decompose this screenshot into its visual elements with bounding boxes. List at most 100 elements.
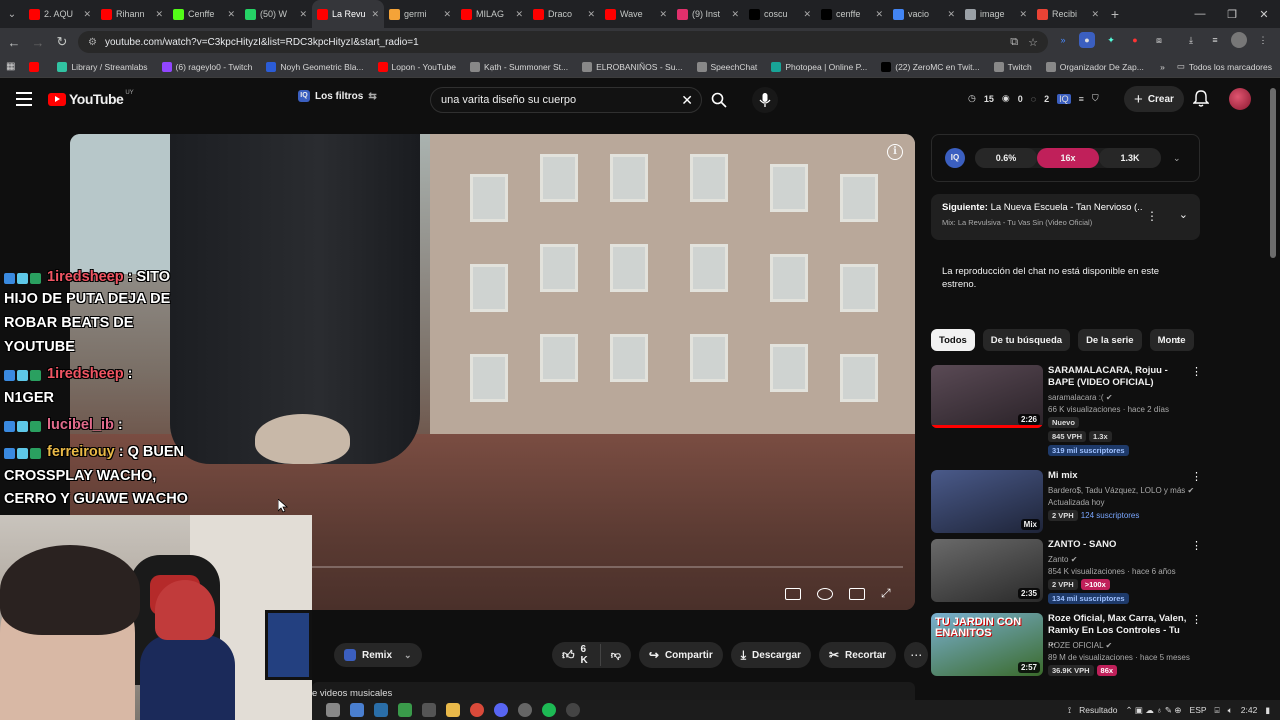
avatar[interactable] bbox=[1229, 88, 1251, 110]
extension-icon[interactable]: ● bbox=[1079, 32, 1095, 48]
more-vertical-icon[interactable]: ⋮ bbox=[1191, 470, 1202, 483]
bookmark-item[interactable]: Noyh Geometric Bla... bbox=[266, 61, 364, 72]
video-thumbnail[interactable]: 2:26 bbox=[931, 365, 1043, 428]
fullscreen-icon[interactable]: ⤢ bbox=[881, 587, 897, 600]
youtube-logo[interactable]: YouTube UY bbox=[48, 90, 134, 107]
close-tab-icon[interactable]: ✕ bbox=[515, 9, 523, 20]
minimize-button[interactable]: — bbox=[1184, 8, 1216, 21]
browser-tab[interactable]: Cenffe ✕ bbox=[168, 0, 240, 28]
volume-icon[interactable]: 🔈︎ bbox=[1228, 705, 1233, 716]
bookmark-item[interactable]: Organizador De Zap... bbox=[1045, 61, 1144, 72]
like-button[interactable]: 👍︎ 6 K bbox=[552, 644, 601, 666]
puzzle-icon[interactable]: ⧈ bbox=[1151, 32, 1167, 48]
browser-tab[interactable]: Draco ✕ bbox=[528, 0, 600, 28]
browser-tab[interactable]: 2. AQU ✕ bbox=[24, 0, 96, 28]
app-icon[interactable] bbox=[422, 703, 436, 717]
browser-tab[interactable]: Wave ✕ bbox=[600, 0, 672, 28]
extension-icon[interactable]: IQ bbox=[1057, 93, 1071, 104]
video-thumbnail[interactable]: TU JARDIN CON ENANITOS 2:57 bbox=[931, 613, 1043, 676]
settings-gear-icon[interactable] bbox=[817, 588, 833, 600]
notifications-icon[interactable]: ▮ bbox=[1265, 705, 1270, 716]
create-button[interactable]: + Crear bbox=[1124, 86, 1184, 112]
more-actions-button[interactable]: ⋯ bbox=[904, 642, 929, 668]
download-icon[interactable]: ⤓ bbox=[1183, 32, 1199, 48]
tab-search-button[interactable]: ⌄ bbox=[0, 0, 24, 28]
forward-button[interactable]: → bbox=[26, 35, 50, 50]
close-tab-icon[interactable]: ✕ bbox=[83, 9, 91, 20]
close-tab-icon[interactable]: ✕ bbox=[1091, 9, 1099, 20]
filters-button[interactable]: IQ Los filtros ⇆ bbox=[298, 90, 377, 102]
chrome-menu-icon[interactable]: ⋮ bbox=[1255, 32, 1271, 48]
browser-tab[interactable]: cenffe ✕ bbox=[816, 0, 888, 28]
browser-tab[interactable]: (9) Inst ✕ bbox=[672, 0, 744, 28]
chrome-icon[interactable] bbox=[470, 703, 484, 717]
discord-icon[interactable] bbox=[494, 703, 508, 717]
restore-button[interactable]: ❐ bbox=[1216, 8, 1248, 21]
extension-icon[interactable]: » bbox=[1055, 32, 1071, 48]
obs-icon[interactable] bbox=[566, 703, 580, 717]
close-tab-icon[interactable]: ✕ bbox=[947, 9, 955, 20]
spotify-icon[interactable] bbox=[542, 703, 556, 717]
url-bar[interactable]: ⚙ youtube.com/watch?v=C3kpcHityzI&list=R… bbox=[78, 31, 1048, 53]
bookmark-item[interactable]: SpeechChat bbox=[696, 61, 757, 72]
reload-button[interactable]: ↻ bbox=[50, 34, 74, 50]
app-icon[interactable] bbox=[518, 703, 532, 717]
miniplayer-icon[interactable] bbox=[849, 588, 865, 600]
close-tab-icon[interactable]: ✕ bbox=[443, 9, 451, 20]
extension-icon[interactable]: ✦ bbox=[1103, 32, 1119, 48]
clock[interactable]: 2:42 bbox=[1241, 705, 1258, 715]
reading-list-icon[interactable]: ≡ bbox=[1207, 32, 1223, 48]
close-tab-icon[interactable]: ✕ bbox=[155, 9, 163, 20]
more-vertical-icon[interactable]: ⋮ bbox=[1146, 209, 1158, 223]
close-tab-icon[interactable]: ✕ bbox=[731, 9, 739, 20]
new-tab-button[interactable]: + bbox=[1104, 6, 1126, 22]
list-icon[interactable]: ≡ bbox=[1079, 94, 1084, 104]
filter-chip[interactable]: Todos bbox=[931, 329, 975, 351]
apps-grid-icon[interactable]: ▦ bbox=[6, 61, 15, 72]
bookmark-item[interactable]: (22) ZeroMC en Twit... bbox=[881, 61, 980, 72]
app-icon[interactable] bbox=[446, 703, 460, 717]
browser-tab[interactable]: Rihann ✕ bbox=[96, 0, 168, 28]
extension-icon[interactable]: ● bbox=[1127, 32, 1143, 48]
profile-icon[interactable] bbox=[1231, 32, 1247, 48]
close-tab-icon[interactable]: ✕ bbox=[1019, 9, 1027, 20]
recommended-video[interactable]: 2:35 ZANTO - SANO Zanto ✔ 854 K visualiza… bbox=[931, 539, 1202, 609]
download-button[interactable]: ⤓ Descargar bbox=[730, 642, 811, 668]
video-thumbnail[interactable]: 2:35 bbox=[931, 539, 1043, 602]
close-tab-icon[interactable]: ✕ bbox=[299, 9, 307, 20]
extension-logo[interactable]: IQ bbox=[945, 148, 965, 168]
browser-tab[interactable]: (50) W ✕ bbox=[240, 0, 312, 28]
subtitles-icon[interactable] bbox=[785, 588, 801, 600]
language-indicator[interactable]: ESP bbox=[1190, 705, 1207, 715]
close-window-button[interactable]: ✕ bbox=[1248, 8, 1280, 21]
steam-icon[interactable] bbox=[374, 703, 388, 717]
browser-tab[interactable]: Recibi ✕ bbox=[1032, 0, 1104, 28]
more-vertical-icon[interactable]: ⋮ bbox=[1191, 613, 1202, 626]
bookmark-star-icon[interactable]: ☆ bbox=[1028, 36, 1038, 49]
bookmark-item[interactable]: Lopon - YouTube bbox=[377, 61, 456, 72]
bookmark-item[interactable]: (6) rageylo0 - Twitch bbox=[161, 61, 252, 72]
search-input[interactable]: una varita diseño su cuerpo ✕ bbox=[430, 87, 702, 113]
site-info-icon[interactable]: ⚙ bbox=[88, 37, 97, 48]
bookmark-item[interactable]: ELROBANIÑOS - Su... bbox=[582, 61, 683, 72]
bookmark-item[interactable]: Photopea | Online P... bbox=[771, 61, 867, 72]
recommended-video[interactable]: 2:26 SARAMALACARA, Rojuu - BAPE (VIDEO O… bbox=[931, 365, 1202, 456]
bookmark-item[interactable]: Twitch bbox=[993, 61, 1032, 72]
filter-chip[interactable]: De la serie bbox=[1078, 329, 1142, 351]
up-next-panel[interactable]: Siguiente: La Nueva Escuela - Tan Nervio… bbox=[931, 194, 1200, 240]
chevron-down-icon[interactable]: ⌄ bbox=[1179, 208, 1188, 221]
info-icon[interactable]: i bbox=[887, 144, 903, 160]
chevron-right-icon[interactable]: › bbox=[1176, 333, 1180, 347]
close-tab-icon[interactable]: ✕ bbox=[803, 9, 811, 20]
file-explorer-icon[interactable] bbox=[350, 703, 364, 717]
recommended-video[interactable]: Mix Mi mix Bardero$, Tadu Vázquez, LOLO … bbox=[931, 470, 1202, 540]
share-button[interactable]: ↪ Compartir bbox=[638, 642, 723, 668]
page-scrollbar[interactable] bbox=[1270, 88, 1276, 258]
search-button[interactable] bbox=[706, 87, 732, 113]
notifications-bell-icon[interactable] bbox=[1192, 90, 1210, 108]
close-tab-icon[interactable]: ✕ bbox=[587, 9, 595, 20]
close-tab-icon[interactable]: ✕ bbox=[227, 9, 235, 20]
chevron-down-icon[interactable]: ⌄ bbox=[1173, 153, 1181, 164]
excel-icon[interactable] bbox=[398, 703, 412, 717]
filter-chip[interactable]: De tu búsqueda bbox=[982, 329, 1071, 351]
